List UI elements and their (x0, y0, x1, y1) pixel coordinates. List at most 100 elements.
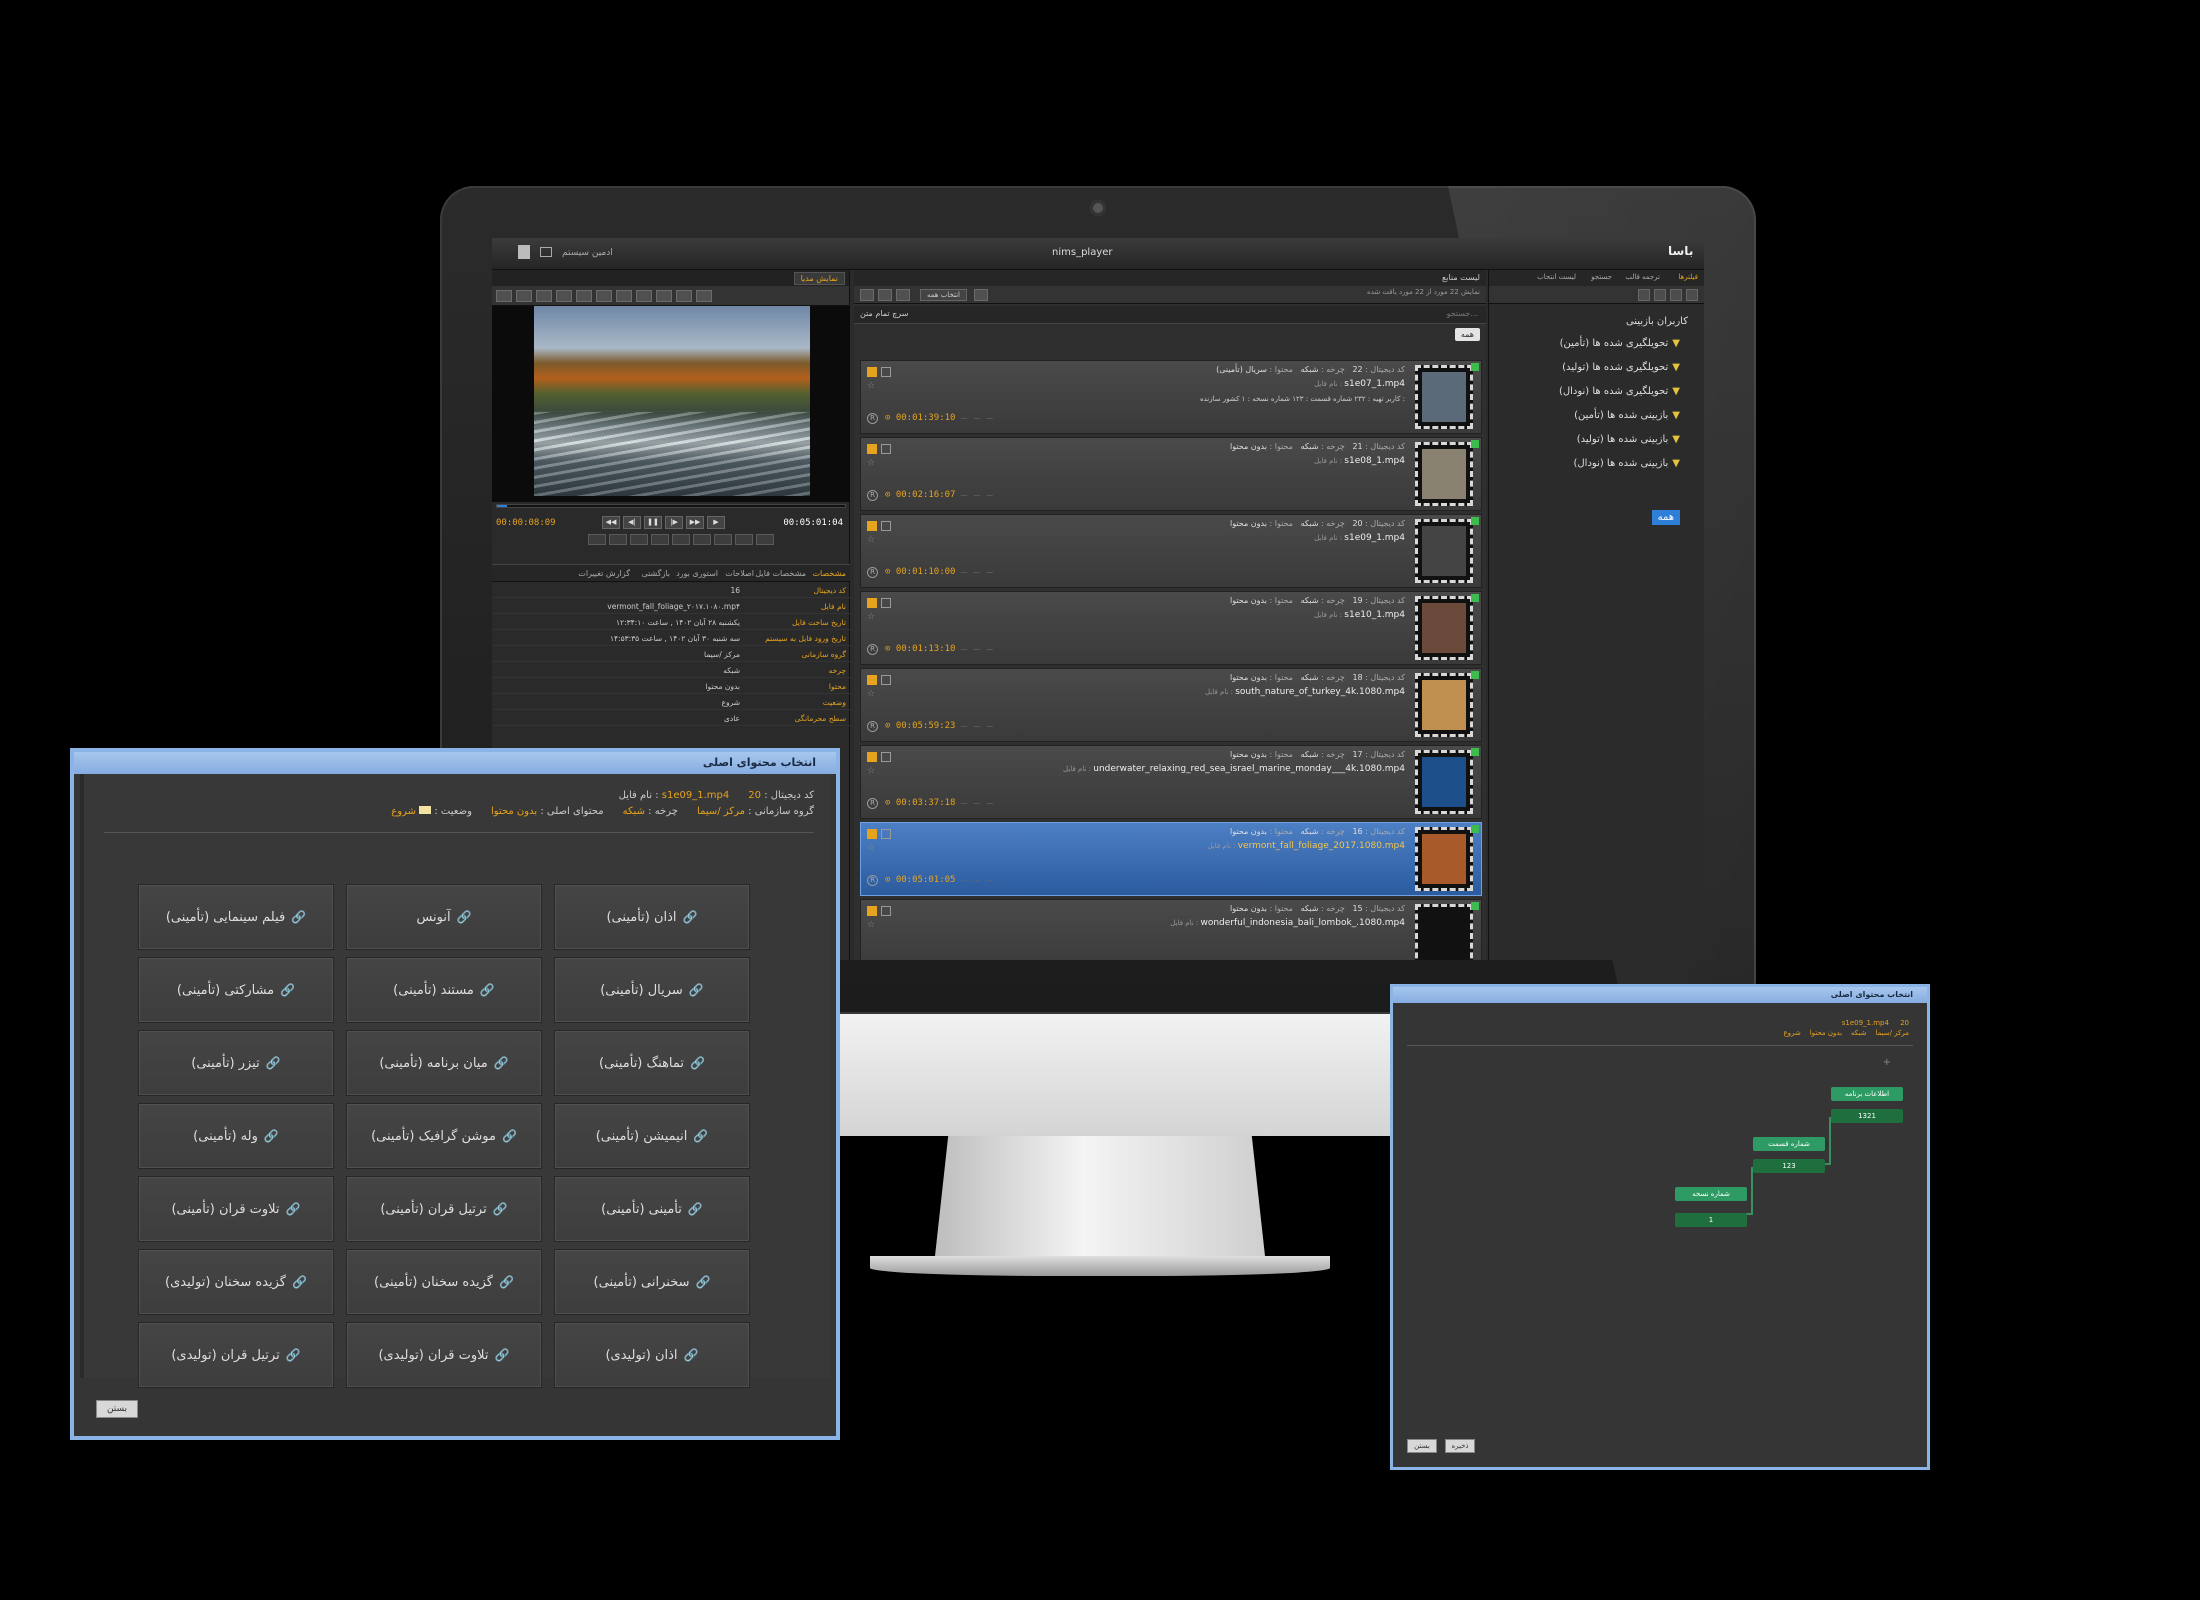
tab-corrections[interactable]: اصلاحات (725, 569, 754, 578)
content-type-button[interactable]: آنونس 🔗 (346, 884, 542, 950)
save-icon[interactable] (867, 752, 877, 762)
layout-icon[interactable] (735, 534, 753, 545)
save-icon[interactable] (867, 829, 877, 839)
tree-item[interactable]: تحویلگیری شده ها (تولید) ▼ (1562, 362, 1680, 373)
mark-out-icon[interactable] (609, 534, 627, 545)
status-icon[interactable]: R (867, 875, 878, 886)
star-icon[interactable]: ☆ (867, 843, 875, 853)
toolbar-star-icon[interactable] (656, 290, 672, 302)
full-text-search-toggle[interactable]: سرچ تمام متن (860, 309, 908, 318)
profile-image-icon[interactable] (518, 245, 530, 259)
tab-media-view[interactable]: نمایش مدیا (793, 272, 845, 285)
content-type-button[interactable]: مستند (تأمینی) 🔗 (346, 957, 542, 1023)
checked-icon[interactable] (1471, 440, 1479, 448)
step-back-icon[interactable]: ◀| (623, 516, 641, 529)
list-item[interactable]: ☆ کد دیجیتال : 21 چرخه : شبکه محتوا : بد… (860, 437, 1482, 511)
tab-filters[interactable]: فیلترها (1678, 273, 1698, 281)
filter-icon[interactable] (1670, 289, 1682, 301)
list-item[interactable]: ☆ کد دیجیتال : 16 چرخه : شبکه محتوا : بد… (860, 822, 1482, 896)
status-icon[interactable]: R (867, 413, 878, 424)
delete-icon[interactable] (896, 289, 910, 301)
status-icon[interactable]: R (867, 644, 878, 655)
thumbnail[interactable] (1415, 442, 1473, 506)
star-icon[interactable]: ☆ (867, 381, 875, 391)
toolbar-cut-icon[interactable] (556, 290, 572, 302)
save-icon[interactable] (867, 444, 877, 454)
checked-icon[interactable] (1471, 902, 1479, 910)
star-icon[interactable]: ☆ (867, 766, 875, 776)
star-icon[interactable]: ☆ (867, 689, 875, 699)
thumbnail[interactable] (1415, 750, 1473, 814)
toolbar-pen-icon[interactable] (696, 290, 712, 302)
checked-icon[interactable] (1471, 594, 1479, 602)
edit-icon[interactable] (1654, 289, 1666, 301)
thumbnail[interactable] (1415, 827, 1473, 891)
star-icon[interactable]: ☆ (867, 535, 875, 545)
refresh-icon[interactable] (878, 289, 892, 301)
content-type-button[interactable]: گزیده سخنان (تأمینی) 🔗 (346, 1249, 542, 1315)
tree-item[interactable]: بازبینی شده ها (تأمین) ▼ (1574, 410, 1680, 421)
content-type-button[interactable]: تیزر (تأمینی) 🔗 (138, 1030, 334, 1096)
checked-icon[interactable] (1471, 363, 1479, 371)
list-item[interactable]: ☆ کد دیجیتال : 19 چرخه : شبکه محتوا : بد… (860, 591, 1482, 665)
settings-icon[interactable] (756, 534, 774, 545)
toolbar-edit-icon[interactable] (676, 290, 692, 302)
save-icon[interactable] (867, 367, 877, 377)
select-all-button[interactable]: انتخاب همه (920, 289, 967, 301)
content-type-button[interactable]: انیمیشن (تأمینی) 🔗 (554, 1103, 750, 1169)
save-icon[interactable] (867, 521, 877, 531)
video-viewport[interactable] (492, 306, 850, 502)
tab-template[interactable]: ترجمه قالب (1625, 273, 1660, 281)
thumbnail[interactable] (1415, 365, 1473, 429)
image-icon[interactable] (881, 752, 891, 762)
star-icon[interactable]: ☆ (867, 458, 875, 468)
content-type-button[interactable]: میان برنامه (تأمینی) 🔗 (346, 1030, 542, 1096)
image-icon[interactable] (881, 675, 891, 685)
tab-storyboard[interactable]: استوری بورد (676, 569, 718, 578)
content-type-button[interactable]: موشن گرافیک (تأمینی) 🔗 (346, 1103, 542, 1169)
content-type-button[interactable]: تأمینی (تأمینی) 🔗 (554, 1176, 750, 1242)
tab-change-log[interactable]: گزارش تغییرات (578, 569, 630, 578)
clip-out-icon[interactable] (651, 534, 669, 545)
filter-chip[interactable]: همه (1454, 328, 1480, 341)
thumbnail[interactable] (1415, 519, 1473, 583)
status-icon[interactable]: R (867, 567, 878, 578)
save-icon[interactable] (867, 598, 877, 608)
status-icon[interactable]: R (867, 721, 878, 732)
list-item[interactable]: ☆ کد دیجیتال : 17 چرخه : شبکه محتوا : بد… (860, 745, 1482, 819)
toolbar-tag-icon[interactable] (616, 290, 632, 302)
content-type-button[interactable]: مشارکتی (تأمینی) 🔗 (138, 957, 334, 1023)
toolbar-save-icon[interactable] (496, 290, 512, 302)
go-in-icon[interactable] (672, 534, 690, 545)
folder-icon[interactable] (1686, 289, 1698, 301)
checked-icon[interactable] (1471, 748, 1479, 756)
checked-icon[interactable] (1471, 671, 1479, 679)
search-bar[interactable]: سرچ تمام متن جستجو... (854, 306, 1486, 324)
status-icon[interactable]: R (867, 490, 878, 501)
content-type-button[interactable]: اذان (تأمینی) 🔗 (554, 884, 750, 950)
delete-icon[interactable] (1638, 289, 1650, 301)
list-item[interactable]: ☆ کد دیجیتال : 18 چرخه : شبکه محتوا : بد… (860, 668, 1482, 742)
status-icon[interactable]: R (867, 798, 878, 809)
toolbar-upload-icon[interactable] (596, 290, 612, 302)
search-input[interactable]: جستجو... (1447, 309, 1478, 318)
content-type-button[interactable]: تلاوت قران (تأمینی) 🔗 (138, 1176, 334, 1242)
content-type-button[interactable]: سخنرانی (تأمینی) 🔗 (554, 1249, 750, 1315)
save-icon[interactable] (867, 906, 877, 916)
star-icon[interactable]: ☆ (867, 612, 875, 622)
tree-item[interactable]: بازبینی شده ها (تولید) ▼ (1577, 434, 1680, 445)
image-icon[interactable] (881, 521, 891, 531)
content-type-button[interactable]: ترتیل قران (تأمینی) 🔗 (346, 1176, 542, 1242)
clip-in-icon[interactable] (630, 534, 648, 545)
tab-file-properties[interactable]: مشخصات فایل (755, 569, 806, 578)
tree-item[interactable]: بازبینی شده ها (نودال) ▼ (1574, 458, 1681, 469)
image-icon[interactable] (881, 598, 891, 608)
save-button[interactable]: ذخیره (1445, 1439, 1475, 1453)
speed-icon[interactable]: ▶ (707, 516, 725, 529)
image-icon[interactable] (881, 367, 891, 377)
tab-properties[interactable]: مشخصات (813, 569, 847, 578)
image-icon[interactable] (881, 829, 891, 839)
content-type-button[interactable]: سریال (تأمینی) 🔗 (554, 957, 750, 1023)
content-type-button[interactable]: ترتیل قران (تولیدی) 🔗 (138, 1322, 334, 1388)
image-icon[interactable] (881, 444, 891, 454)
